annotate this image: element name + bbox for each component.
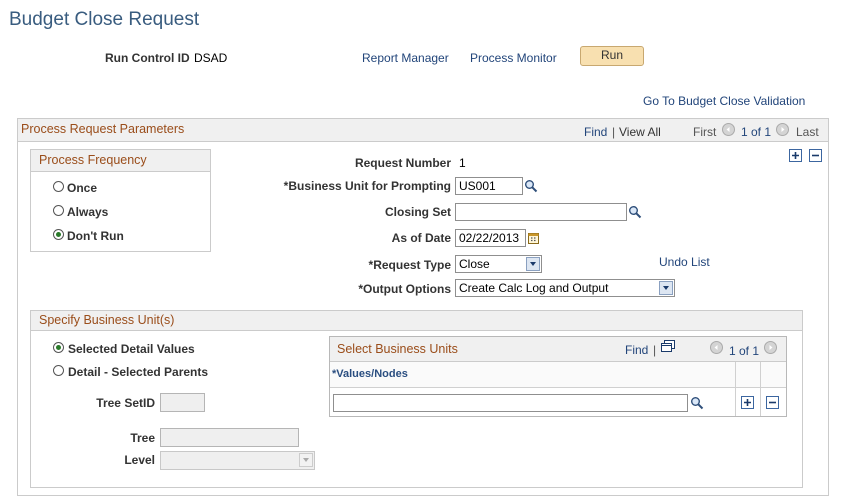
business-unit-input[interactable]: US001 xyxy=(455,177,523,195)
selected-detail-values-radio[interactable] xyxy=(53,342,64,353)
output-options-value: Create Calc Log and Output xyxy=(459,281,609,295)
detail-selected-parents-radio[interactable] xyxy=(53,365,64,376)
chevron-down-icon xyxy=(526,257,540,271)
previous-arrow-icon[interactable] xyxy=(722,123,735,136)
tree-label: Tree xyxy=(130,431,155,445)
business-unit-lookup-icon[interactable] xyxy=(524,179,538,193)
output-options-label: *Output Options xyxy=(358,282,451,296)
grid-next-arrow-icon[interactable] xyxy=(764,341,777,354)
detail-selected-parents-label: Detail - Selected Parents xyxy=(68,365,209,379)
closing-set-label: Closing Set xyxy=(384,205,451,219)
closing-set-input[interactable] xyxy=(455,203,627,221)
frequency-always-radio[interactable] xyxy=(53,205,64,216)
grid-column-divider xyxy=(735,362,736,416)
values-nodes-column-header: *Values/Nodes xyxy=(332,368,408,380)
find-link[interactable]: Find xyxy=(584,125,607,139)
undo-list-link[interactable]: Undo List xyxy=(659,255,710,269)
level-label: Level xyxy=(124,453,155,467)
tree-input xyxy=(160,428,299,447)
separator: | xyxy=(612,125,616,139)
tree-setid-label: Tree SetID xyxy=(96,396,155,410)
grid-separator: | xyxy=(653,343,657,357)
grid-find-link[interactable]: Find xyxy=(625,343,648,357)
view-all-link[interactable]: View All xyxy=(619,125,661,139)
grid-row-count: 1 of 1 xyxy=(729,344,760,358)
request-type-label: *Request Type xyxy=(368,258,451,272)
chevron-down-icon xyxy=(659,281,673,295)
select-business-units-title: Select Business Units xyxy=(337,342,458,356)
page-title: Budget Close Request xyxy=(9,9,200,30)
frequency-once-radio[interactable] xyxy=(53,181,64,192)
specify-business-units-title: Specify Business Unit(s) xyxy=(39,313,175,327)
delete-row-icon[interactable] xyxy=(809,149,822,162)
grid-delete-row-icon[interactable] xyxy=(766,396,779,409)
process-frequency-title: Process Frequency xyxy=(39,153,147,167)
run-control-label: Run Control ID xyxy=(105,51,190,65)
business-unit-label: *Business Unit for Prompting xyxy=(283,179,451,193)
frequency-dont-run-label: Don't Run xyxy=(67,229,124,243)
go-to-budget-close-validation-link[interactable]: Go To Budget Close Validation xyxy=(643,94,805,108)
tree-setid-input xyxy=(160,393,205,412)
frequency-dont-run-radio[interactable] xyxy=(53,229,64,240)
calendar-icon[interactable] xyxy=(527,231,541,245)
as-of-date-label: As of Date xyxy=(391,231,451,245)
frequency-once-label: Once xyxy=(67,181,98,195)
request-number-label: Request Number xyxy=(354,156,451,170)
process-request-parameters-title: Process Request Parameters xyxy=(21,122,185,136)
request-type-select[interactable]: Close xyxy=(455,255,542,273)
next-arrow-icon[interactable] xyxy=(776,123,789,136)
request-type-value: Close xyxy=(459,257,490,271)
output-options-select[interactable]: Create Calc Log and Output xyxy=(455,279,675,297)
grid-previous-arrow-icon[interactable] xyxy=(710,341,723,354)
selected-detail-values-label: Selected Detail Values xyxy=(68,342,195,356)
level-select xyxy=(160,451,315,470)
add-row-icon[interactable] xyxy=(789,149,802,162)
closing-set-lookup-icon[interactable] xyxy=(628,205,642,219)
last-label: Last xyxy=(796,125,819,139)
as-of-date-input[interactable]: 02/22/2013 xyxy=(455,229,526,247)
request-number-value: 1 xyxy=(459,156,466,170)
values-nodes-input[interactable] xyxy=(333,394,688,412)
chevron-down-icon xyxy=(299,453,313,467)
view-grid-icon[interactable] xyxy=(661,340,676,353)
grid-column-divider xyxy=(760,362,761,416)
frequency-always-label: Always xyxy=(67,205,109,219)
first-label: First xyxy=(693,125,717,139)
process-monitor-link[interactable]: Process Monitor xyxy=(470,51,557,65)
run-control-value: DSAD xyxy=(194,51,228,65)
row-count: 1 of 1 xyxy=(741,125,772,139)
report-manager-link[interactable]: Report Manager xyxy=(362,51,449,65)
run-button[interactable]: Run xyxy=(580,46,644,66)
values-nodes-lookup-icon[interactable] xyxy=(690,396,704,410)
grid-add-row-icon[interactable] xyxy=(741,396,754,409)
